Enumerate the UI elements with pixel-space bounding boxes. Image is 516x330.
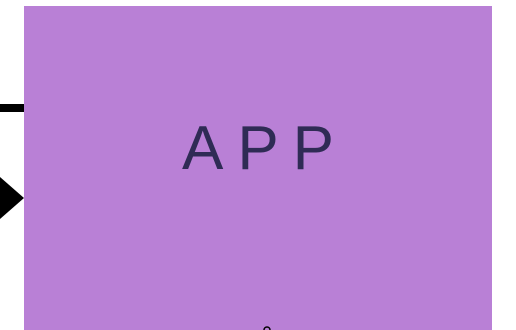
app-node[interactable]: APP bbox=[24, 6, 492, 330]
app-label: APP bbox=[181, 114, 349, 183]
connector-tip-icon bbox=[263, 326, 271, 330]
arrowhead-icon bbox=[0, 177, 24, 219]
incoming-connector bbox=[0, 100, 24, 220]
connector-line bbox=[0, 104, 24, 112]
